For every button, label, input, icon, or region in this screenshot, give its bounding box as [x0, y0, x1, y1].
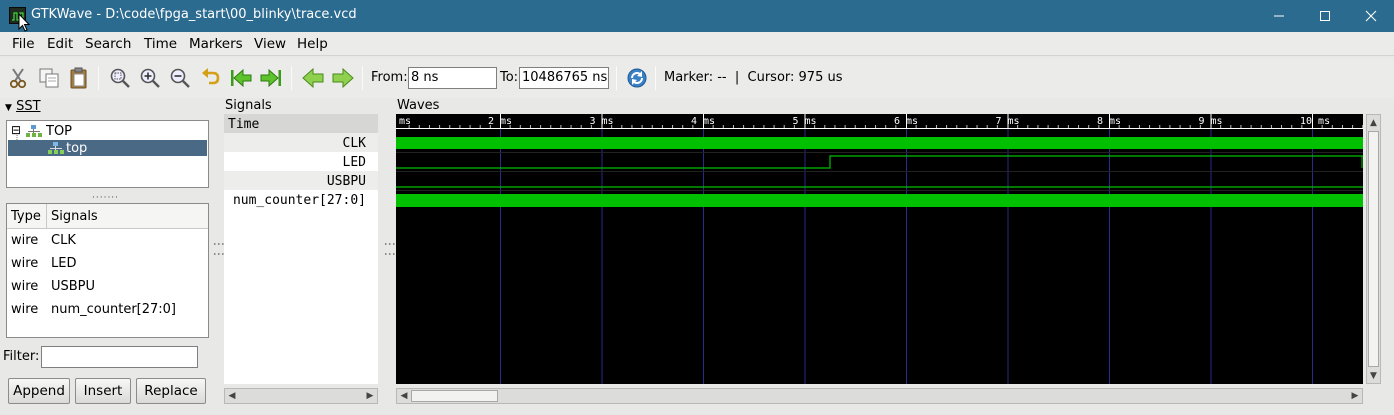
zoom-to-end-icon[interactable] — [259, 67, 283, 89]
tree-item-top-instance[interactable]: top — [8, 140, 207, 156]
clk-waveform[interactable] — [396, 137, 1363, 149]
signals-horizontal-scrollbar[interactable]: ◀ ▶ — [224, 388, 378, 404]
scroll-left-icon[interactable]: ◀ — [226, 389, 238, 403]
scrollbar-thumb[interactable] — [1368, 131, 1379, 367]
column-header-type[interactable]: Type — [11, 209, 41, 224]
scroll-up-icon[interactable]: ▲ — [1367, 116, 1380, 130]
scrollbar-thumb[interactable] — [411, 390, 498, 402]
collapse-triangle-icon[interactable]: ▼ — [5, 103, 12, 113]
signal-row-clk[interactable]: CLK — [343, 136, 366, 151]
copy-icon[interactable] — [37, 67, 61, 89]
toolbar-separator — [291, 66, 292, 90]
zoom-in-icon[interactable] — [138, 67, 162, 89]
to-time-input[interactable]: 10486765 ns — [519, 67, 609, 89]
toolbar: From: 8 ns To: 10486765 ns Marker: -- | … — [0, 58, 1394, 98]
tree-item-label: top — [66, 141, 88, 156]
undo-zoom-icon[interactable] — [199, 67, 223, 89]
scroll-right-icon[interactable]: ▶ — [1349, 389, 1361, 403]
paste-icon[interactable] — [67, 67, 91, 89]
toolbar-separator — [98, 66, 99, 90]
signal-row-usbpu[interactable]: USBPU — [327, 174, 366, 189]
find-next-edge-icon[interactable] — [331, 67, 355, 89]
signals-pane[interactable]: Time CLK LED USBPU num_counter[27:0] — [224, 114, 378, 384]
signal-list-header: Type Signals — [7, 204, 208, 229]
to-label: To: — [500, 70, 519, 85]
marker-cursor-status: Marker: -- | Cursor: 975 us — [664, 70, 843, 85]
hierarchy-icon — [48, 142, 64, 154]
grid-lines — [500, 128, 1313, 384]
list-item[interactable]: wire LED — [7, 253, 208, 275]
toolbar-separator — [616, 66, 617, 90]
signal-name: LED — [51, 256, 77, 271]
scroll-right-icon[interactable]: ▶ — [364, 389, 376, 403]
list-item[interactable]: wire num_counter[27:0] — [7, 299, 208, 321]
time-tick-label: 10 ms — [1300, 116, 1330, 127]
filter-input[interactable] — [41, 346, 198, 368]
signal-name: USBPU — [51, 279, 96, 294]
time-ruler: ms 2 ms 3 ms 4 ms 5 ms 6 ms 7 ms 8 ms 9 ms 10 ms — [396, 114, 1363, 129]
signal-type: wire — [11, 302, 39, 317]
menu-view[interactable]: View — [254, 36, 286, 52]
signals-time-row: Time — [224, 114, 378, 133]
toolbar-separator — [362, 66, 363, 90]
zoom-out-icon[interactable] — [168, 67, 192, 89]
waveform-canvas[interactable]: ms 2 ms 3 ms 4 ms 5 ms 6 ms 7 ms 8 ms 9 ms 10 ms — [396, 114, 1363, 384]
signal-type: wire — [11, 279, 39, 294]
waves-horizontal-scrollbar[interactable]: ◀ ▶ — [396, 388, 1363, 404]
list-item[interactable]: wire CLK — [7, 230, 208, 252]
pane-splitter-grip[interactable]: ······· — [92, 193, 119, 203]
close-button[interactable] — [1348, 0, 1394, 32]
signal-type: wire — [11, 256, 39, 271]
waves-pane[interactable]: ms 2 ms 3 ms 4 ms 5 ms 6 ms 7 ms 8 ms 9 ms 10 ms — [396, 114, 1363, 384]
pane-splitter-grip[interactable]: ⋮⋮ — [383, 238, 397, 258]
menu-help[interactable]: Help — [297, 36, 328, 52]
find-previous-edge-icon[interactable] — [301, 67, 325, 89]
menu-bar: File Edit Search Time Markers View Help — [0, 32, 1394, 56]
mouse-pointer-icon — [18, 12, 32, 33]
sst-tree-view[interactable]: ⊟ TOP top — [6, 120, 209, 188]
column-divider — [46, 204, 47, 229]
tree-item-label: TOP — [46, 124, 73, 139]
title-bar[interactable]: GTKWave - D:\code\fpga_start\00_blinky\t… — [0, 0, 1394, 32]
signal-row-num-counter[interactable]: num_counter[27:0] — [233, 193, 366, 208]
signal-type: wire — [11, 233, 39, 248]
minimize-button[interactable] — [1256, 0, 1302, 32]
time-label: Time — [228, 117, 260, 132]
menu-search[interactable]: Search — [85, 36, 131, 52]
menu-file[interactable]: File — [12, 36, 35, 52]
waves-vertical-scrollbar[interactable]: ▲ ▼ — [1366, 114, 1381, 384]
toolbar-separator — [655, 66, 656, 90]
scroll-left-icon[interactable]: ◀ — [398, 389, 410, 403]
from-label: From: — [371, 70, 408, 85]
insert-button[interactable]: Insert — [75, 378, 131, 404]
filter-label: Filter: — [3, 349, 40, 364]
zoom-fit-icon[interactable] — [108, 67, 132, 89]
sst-header[interactable]: ▼ SST — [5, 99, 41, 114]
window-title: GTKWave - D:\code\fpga_start\00_blinky\t… — [31, 7, 357, 22]
menu-edit[interactable]: Edit — [47, 36, 73, 52]
replace-button[interactable]: Replace — [136, 378, 206, 404]
append-button[interactable]: Append — [8, 378, 70, 404]
led-waveform[interactable] — [396, 155, 1363, 169]
from-time-input[interactable]: 8 ns — [408, 67, 497, 89]
maximize-button[interactable] — [1302, 0, 1348, 32]
reload-icon[interactable] — [625, 67, 649, 89]
scroll-down-icon[interactable]: ▼ — [1367, 369, 1380, 383]
sst-signal-list[interactable]: Type Signals wire CLK wire LED wire USBP… — [6, 203, 209, 338]
zoom-to-start-icon[interactable] — [229, 67, 253, 89]
signals-pane-header: Signals — [225, 98, 272, 113]
menu-markers[interactable]: Markers — [189, 36, 243, 52]
cut-icon[interactable] — [6, 67, 30, 89]
menu-time[interactable]: Time — [144, 36, 177, 52]
waves-pane-header: Waves — [397, 98, 440, 113]
signal-name: CLK — [51, 233, 76, 248]
num-counter-waveform[interactable] — [396, 194, 1363, 207]
signal-name: num_counter[27:0] — [51, 302, 176, 317]
column-header-signals[interactable]: Signals — [51, 209, 98, 224]
signal-row-led[interactable]: LED — [343, 155, 366, 170]
list-item[interactable]: wire USBPU — [7, 276, 208, 298]
